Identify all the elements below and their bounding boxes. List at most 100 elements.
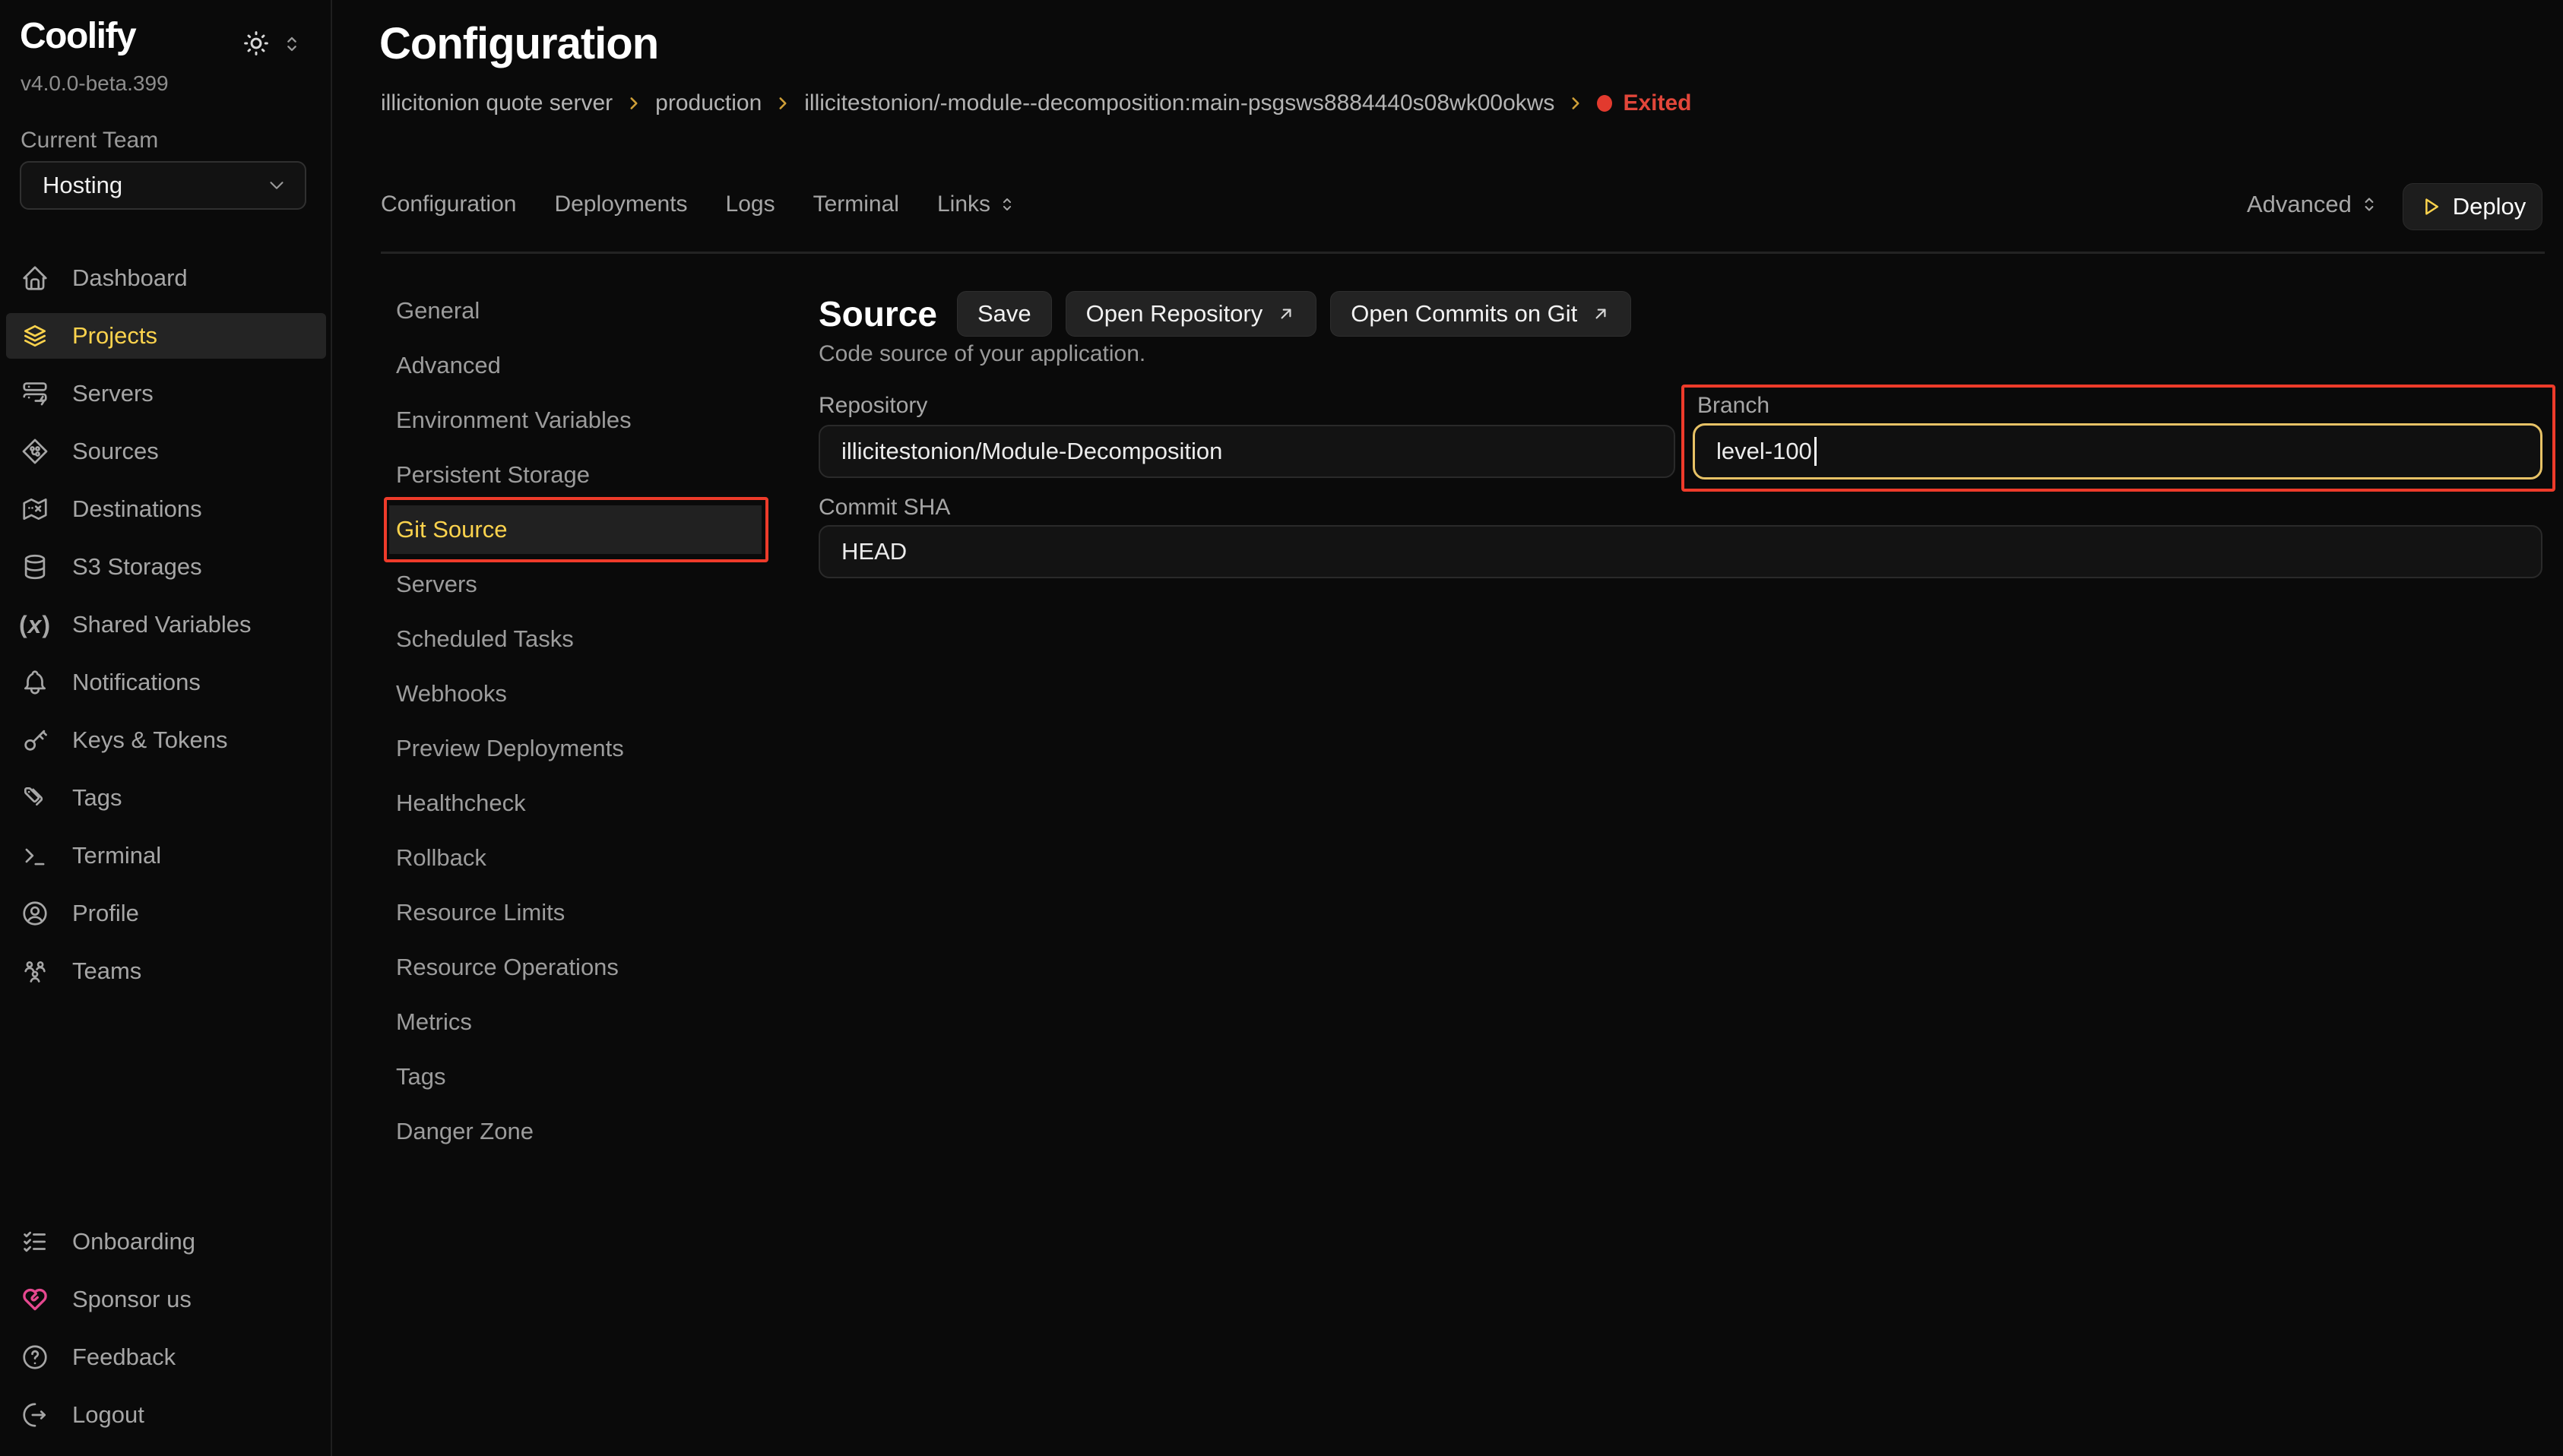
sidebar-item-notifications[interactable]: Notifications bbox=[6, 660, 326, 705]
sidebar-item-terminal[interactable]: Terminal bbox=[6, 833, 326, 878]
header-divider bbox=[381, 252, 2545, 254]
status-dot-icon bbox=[1597, 95, 1612, 112]
selector-icon bbox=[2358, 193, 2381, 216]
advanced-dropdown[interactable]: Advanced bbox=[2247, 185, 2381, 223]
tab-logs[interactable]: Logs bbox=[726, 191, 775, 217]
checklist-icon bbox=[21, 1227, 49, 1256]
subnav-item-tags[interactable]: Tags bbox=[389, 1052, 762, 1101]
sidebar-item-sources[interactable]: Sources bbox=[6, 429, 326, 474]
sidebar-item-s3-storages[interactable]: S3 Storages bbox=[6, 544, 326, 590]
tab-label: Deployments bbox=[554, 191, 687, 217]
sidebar-item-label: Terminal bbox=[72, 842, 161, 869]
subnav-label: Advanced bbox=[396, 352, 501, 379]
deploy-button[interactable]: Deploy bbox=[2403, 183, 2542, 230]
git-source-icon bbox=[21, 437, 49, 466]
subnav-label: General bbox=[396, 297, 480, 324]
open-repository-button[interactable]: Open Repository bbox=[1066, 291, 1317, 337]
save-button[interactable]: Save bbox=[957, 291, 1052, 337]
branch-label: Branch bbox=[1697, 393, 1769, 419]
breadcrumb-environment[interactable]: production bbox=[655, 90, 762, 116]
subnav-item-advanced[interactable]: Advanced bbox=[389, 341, 762, 390]
sidebar-item-label: Servers bbox=[72, 380, 154, 407]
theme-toggle-button[interactable] bbox=[240, 27, 272, 59]
subnav-label: Webhooks bbox=[396, 680, 507, 707]
tab-deployments[interactable]: Deployments bbox=[554, 191, 687, 217]
tab-links[interactable]: Links bbox=[937, 191, 1018, 217]
text-cursor bbox=[1814, 437, 1817, 466]
sidebar-item-label: Feedback bbox=[72, 1344, 176, 1371]
sidebar-item-label: Teams bbox=[72, 957, 141, 985]
subnav-item-servers[interactable]: Servers bbox=[389, 560, 762, 609]
sidebar-item-shared-variables[interactable]: (x) Shared Variables bbox=[6, 602, 326, 647]
bell-icon bbox=[21, 668, 49, 697]
sidebar-item-logout[interactable]: Logout bbox=[6, 1392, 326, 1438]
subnav-item-danger-zone[interactable]: Danger Zone bbox=[389, 1107, 762, 1156]
subnav-label: Persistent Storage bbox=[396, 461, 590, 489]
repository-label: Repository bbox=[819, 393, 927, 419]
subnav-item-git-source[interactable]: Git Source bbox=[389, 505, 762, 554]
sidebar-item-label: Shared Variables bbox=[72, 611, 252, 638]
sidebar-item-onboarding[interactable]: Onboarding bbox=[6, 1219, 326, 1265]
breadcrumb-application[interactable]: illicitestonion/-module--decomposition:m… bbox=[804, 90, 1554, 116]
sidebar: Coolify v4.0.0-beta.399 Current Team Hos… bbox=[0, 0, 332, 1456]
subnav-item-scheduled-tasks[interactable]: Scheduled Tasks bbox=[389, 615, 762, 663]
subnav-label: Healthcheck bbox=[396, 790, 526, 817]
sidebar-item-label: Keys & Tokens bbox=[72, 726, 227, 754]
advanced-label: Advanced bbox=[2247, 191, 2352, 218]
subnav-item-preview-deployments[interactable]: Preview Deployments bbox=[389, 724, 762, 773]
subnav-item-webhooks[interactable]: Webhooks bbox=[389, 669, 762, 718]
commit-sha-value: HEAD bbox=[841, 538, 907, 565]
tags-icon bbox=[21, 783, 49, 812]
sidebar-item-tags[interactable]: Tags bbox=[6, 775, 326, 821]
sidebar-item-servers[interactable]: Servers bbox=[6, 371, 326, 416]
home-icon bbox=[21, 264, 49, 293]
subnav-item-healthcheck[interactable]: Healthcheck bbox=[389, 779, 762, 828]
commit-sha-input[interactable]: HEAD bbox=[819, 525, 2542, 578]
subnav-label: Scheduled Tasks bbox=[396, 625, 574, 653]
chevron-right-icon bbox=[1566, 93, 1586, 113]
sidebar-item-teams[interactable]: Teams bbox=[6, 948, 326, 994]
subnav-item-general[interactable]: General bbox=[389, 286, 762, 335]
subnav-label: Git Source bbox=[396, 516, 507, 543]
team-select[interactable]: Hosting bbox=[20, 161, 306, 210]
sidebar-item-profile[interactable]: Profile bbox=[6, 891, 326, 936]
subnav-item-metrics[interactable]: Metrics bbox=[389, 998, 762, 1046]
page-title: Configuration bbox=[379, 18, 658, 69]
tab-configuration[interactable]: Configuration bbox=[381, 191, 516, 217]
status-badge: Exited bbox=[1597, 90, 1691, 116]
layers-icon bbox=[21, 321, 49, 350]
subnav-label: Metrics bbox=[396, 1008, 472, 1036]
subnav-item-persistent-storage[interactable]: Persistent Storage bbox=[389, 451, 762, 499]
sidebar-item-projects[interactable]: Projects bbox=[6, 313, 326, 359]
sidebar-item-destinations[interactable]: Destinations bbox=[6, 486, 326, 532]
play-icon bbox=[2419, 195, 2442, 218]
theme-selector-icon[interactable] bbox=[280, 32, 304, 56]
sidebar-item-keys-tokens[interactable]: Keys & Tokens bbox=[6, 717, 326, 763]
breadcrumb-project[interactable]: illicitonion quote server bbox=[381, 90, 613, 116]
repository-input[interactable]: illicitestonion/Module-Decomposition bbox=[819, 425, 1675, 478]
user-icon bbox=[21, 899, 49, 928]
database-icon bbox=[21, 552, 49, 581]
tab-terminal[interactable]: Terminal bbox=[813, 191, 899, 217]
subnav-item-resource-operations[interactable]: Resource Operations bbox=[389, 943, 762, 992]
chevron-right-icon bbox=[773, 93, 793, 113]
tab-label: Links bbox=[937, 191, 990, 217]
subnav-item-resource-limits[interactable]: Resource Limits bbox=[389, 888, 762, 937]
subnav-label: Danger Zone bbox=[396, 1118, 534, 1145]
sidebar-item-label: Tags bbox=[72, 784, 122, 812]
sidebar-item-sponsor-us[interactable]: Sponsor us bbox=[6, 1277, 326, 1322]
open-commits-button[interactable]: Open Commits on Git bbox=[1330, 291, 1631, 337]
server-icon bbox=[21, 379, 49, 408]
subnav-item-rollback[interactable]: Rollback bbox=[389, 834, 762, 882]
subnav-label: Tags bbox=[396, 1063, 445, 1090]
subnav-item-environment-variables[interactable]: Environment Variables bbox=[389, 396, 762, 445]
chevron-down-icon bbox=[265, 174, 288, 197]
terminal-icon bbox=[21, 841, 49, 870]
section-title: Source bbox=[819, 293, 937, 334]
branch-input[interactable]: level-100 bbox=[1693, 423, 2542, 480]
sidebar-item-feedback[interactable]: Feedback bbox=[6, 1334, 326, 1380]
sidebar-item-dashboard[interactable]: Dashboard bbox=[6, 255, 326, 301]
map-icon bbox=[21, 495, 49, 524]
subnav-label: Preview Deployments bbox=[396, 735, 624, 762]
subnav-label: Rollback bbox=[396, 844, 486, 872]
